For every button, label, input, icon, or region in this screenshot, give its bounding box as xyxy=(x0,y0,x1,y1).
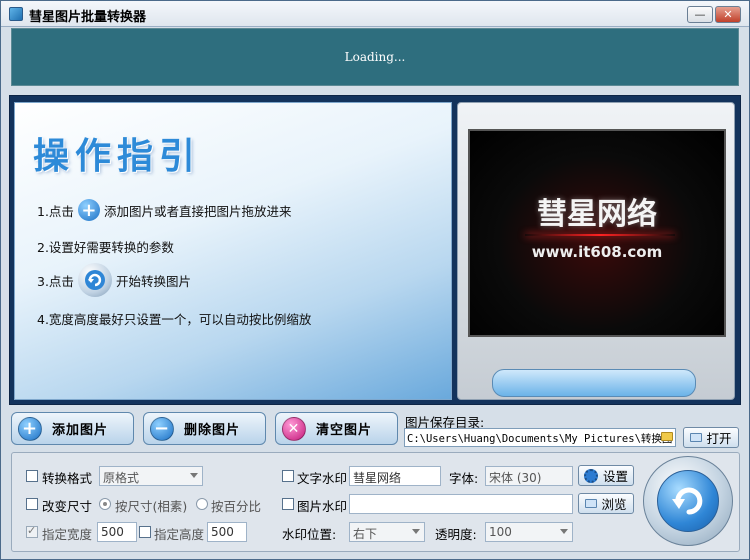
open-folder-icon xyxy=(690,433,703,442)
chevron-down-icon xyxy=(412,529,420,534)
settings-panel: 转换格式 原格式 文字水印 彗星网络 字体: 宋体 (30) 设置 改变尺寸 按… xyxy=(11,452,740,552)
by-size-radio[interactable] xyxy=(99,498,111,510)
font-settings-label: 设置 xyxy=(602,469,628,484)
main-panel: 操作指引 1.点击 + 添加图片或者直接把图片拖放进来 2.设置好需要转换的参数… xyxy=(9,95,741,405)
image-watermark-input[interactable] xyxy=(349,494,573,514)
format-select-value: 原格式 xyxy=(103,471,140,485)
resize-checkbox[interactable] xyxy=(26,498,38,510)
save-dir-input[interactable]: C:\Users\Huang\Documents\My Pictures\转换图 xyxy=(404,428,676,447)
guide-step-3: 3.点击 开始转换图片 xyxy=(37,263,191,297)
window-title: 彗星图片批量转换器 xyxy=(29,10,147,25)
convert-format-checkbox[interactable] xyxy=(26,470,38,482)
clear-images-button[interactable]: ✕ 清空图片 xyxy=(275,412,398,445)
brand-divider xyxy=(525,234,675,236)
width-label: 指定宽度 xyxy=(42,527,93,542)
font-field[interactable]: 宋体 (30) xyxy=(485,466,573,486)
minus-icon: − xyxy=(150,416,174,441)
app-icon xyxy=(9,7,23,21)
browse-button[interactable]: 浏览 xyxy=(578,493,634,514)
preview-progress-bar xyxy=(492,369,696,397)
open-folder-label: 打开 xyxy=(706,431,732,446)
add-image-label: 添加图片 xyxy=(52,423,109,438)
step-3-prefix: 3.点击 xyxy=(37,273,74,289)
add-icon: + xyxy=(77,199,100,221)
app-window: 彗星图片批量转换器 — ✕ Loading... 操作指引 1.点击 + 添加图… xyxy=(0,0,750,560)
browse-folder-icon xyxy=(585,499,598,508)
height-value: 500 xyxy=(211,525,234,539)
image-watermark-checkbox[interactable] xyxy=(282,498,294,510)
format-select[interactable]: 原格式 xyxy=(99,466,203,486)
guide-step-1: 1.点击 + 添加图片或者直接把图片拖放进来 xyxy=(37,199,291,221)
guide-panel: 操作指引 1.点击 + 添加图片或者直接把图片拖放进来 2.设置好需要转换的参数… xyxy=(14,102,452,400)
folder-icon[interactable] xyxy=(661,432,673,441)
by-percent-radio[interactable] xyxy=(196,498,208,510)
plus-icon: + xyxy=(18,416,42,441)
delete-image-button[interactable]: − 删除图片 xyxy=(143,412,266,445)
watermark-position-label: 水印位置: xyxy=(282,527,337,542)
start-arrow-icon xyxy=(77,263,112,297)
height-checkbox[interactable] xyxy=(139,526,151,538)
preview-screen: 彗星网络 www.it608.com xyxy=(468,129,726,337)
text-watermark-label: 文字水印 xyxy=(297,471,348,486)
opacity-value: 100 xyxy=(489,525,512,539)
width-checkbox[interactable] xyxy=(26,524,38,538)
text-watermark-value: 彗星网络 xyxy=(353,471,402,485)
brand-name: 彗星网络 xyxy=(537,197,657,232)
height-input[interactable]: 500 xyxy=(207,522,247,542)
text-watermark-checkbox[interactable] xyxy=(282,470,294,482)
font-label: 字体: xyxy=(449,471,479,486)
preview-panel: 彗星网络 www.it608.com xyxy=(457,102,735,400)
by-percent-label: 按百分比 xyxy=(211,499,262,514)
step-3-suffix: 开始转换图片 xyxy=(115,273,191,289)
close-button[interactable]: ✕ xyxy=(715,6,741,23)
save-dir-value: C:\Users\Huang\Documents\My Pictures\转换图 xyxy=(407,433,673,445)
clear-x-icon: ✕ xyxy=(282,416,306,441)
resize-label: 改变尺寸 xyxy=(42,499,93,514)
opacity-select[interactable]: 100 xyxy=(485,522,573,542)
chevron-down-icon xyxy=(560,529,568,534)
opacity-label: 透明度: xyxy=(435,527,477,542)
step-2-text: 2.设置好需要转换的参数 xyxy=(37,240,174,255)
step-4-text: 4.宽度高度最好只设置一个，可以自动按比例缩放 xyxy=(37,312,312,327)
step-1-prefix: 1.点击 xyxy=(37,203,74,219)
loading-text: Loading... xyxy=(344,50,406,64)
delete-image-label: 删除图片 xyxy=(184,423,241,438)
convert-format-label: 转换格式 xyxy=(42,471,93,486)
guide-step-4: 4.宽度高度最好只设置一个，可以自动按比例缩放 xyxy=(37,309,311,328)
watermark-position-value: 右下 xyxy=(353,527,378,541)
gear-icon xyxy=(583,468,598,483)
guide-title: 操作指引 xyxy=(33,136,202,177)
font-settings-button[interactable]: 设置 xyxy=(578,465,634,486)
height-label: 指定高度 xyxy=(154,527,205,542)
minimize-button[interactable]: — xyxy=(687,6,713,23)
by-size-label: 按尺寸(相素) xyxy=(115,499,188,514)
guide-step-2: 2.设置好需要转换的参数 xyxy=(37,237,174,256)
watermark-position-select[interactable]: 右下 xyxy=(349,522,425,542)
loading-banner: Loading... xyxy=(11,28,739,86)
add-image-button[interactable]: + 添加图片 xyxy=(11,412,134,445)
start-refresh-icon xyxy=(657,470,719,532)
text-watermark-input[interactable]: 彗星网络 xyxy=(349,466,441,486)
clear-images-label: 清空图片 xyxy=(316,423,373,438)
browse-label: 浏览 xyxy=(601,497,627,512)
step-1-suffix: 添加图片或者直接把图片拖放进来 xyxy=(103,203,292,219)
title-bar: 彗星图片批量转换器 — ✕ xyxy=(1,1,749,27)
chevron-down-icon xyxy=(190,473,198,478)
font-value: 宋体 (30) xyxy=(489,471,542,485)
width-value: 500 xyxy=(101,525,124,539)
width-input[interactable]: 500 xyxy=(97,522,137,542)
start-convert-button[interactable] xyxy=(643,456,733,546)
open-folder-button[interactable]: 打开 xyxy=(683,427,739,448)
image-watermark-label: 图片水印 xyxy=(297,499,348,514)
brand-url: www.it608.com xyxy=(531,243,663,261)
